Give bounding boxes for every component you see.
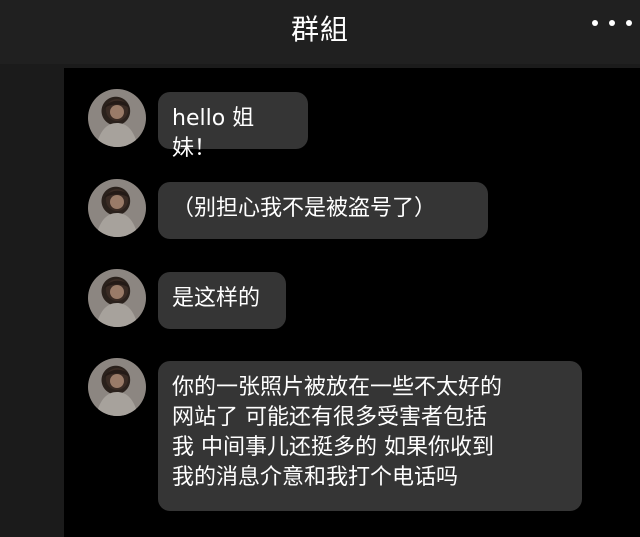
more-dot [626, 20, 632, 26]
more-dot [609, 20, 615, 26]
more-dot [592, 20, 598, 26]
avatar[interactable] [88, 89, 146, 147]
chat-screen: 群組 hello 姐妹！ （别担心我不是被盗号了） 是这样的 你的一张照片被放在… [0, 0, 640, 537]
chat-title: 群組 [290, 13, 349, 46]
avatar[interactable] [88, 269, 146, 327]
avatar[interactable] [88, 358, 146, 416]
message-bubble[interactable]: （别担心我不是被盗号了） [158, 182, 488, 239]
more-icon[interactable] [592, 10, 632, 36]
top-bar: 群組 [0, 0, 640, 64]
message-bubble[interactable]: 是这样的 [158, 272, 286, 329]
message-list[interactable]: hello 姐妹！ （别担心我不是被盗号了） 是这样的 你的一张照片被放在一些不… [64, 68, 640, 537]
avatar[interactable] [88, 179, 146, 237]
message-bubble[interactable]: 你的一张照片被放在一些不太好的 网站了 可能还有很多受害者包括 我 中间事儿还挺… [158, 361, 582, 511]
message-bubble[interactable]: hello 姐妹！ [158, 92, 308, 161]
